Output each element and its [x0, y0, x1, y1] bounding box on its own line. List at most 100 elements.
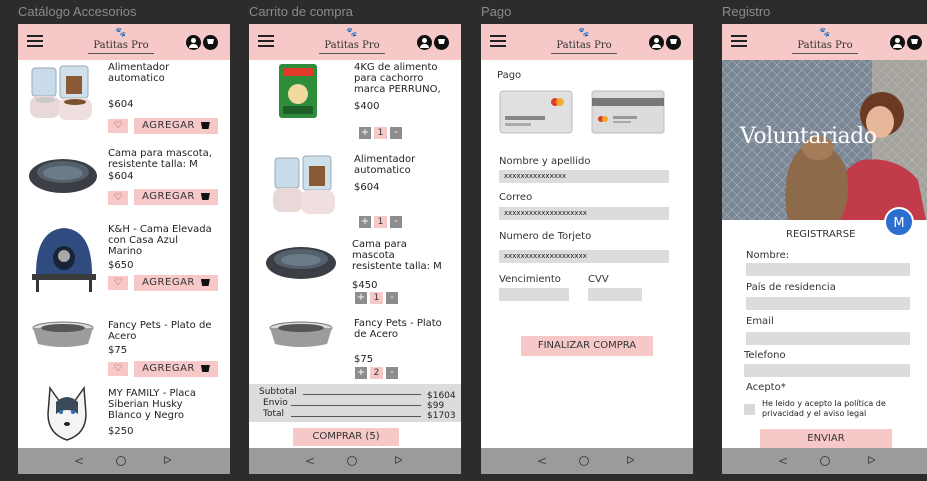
decrease-button[interactable]: -: [390, 216, 402, 228]
steel-bowl-image: [32, 321, 94, 347]
favorite-heart-icon[interactable]: ♡: [108, 119, 128, 133]
add-to-cart-button[interactable]: AGREGAR: [134, 189, 218, 205]
quantity-value: 2: [370, 367, 383, 379]
feeder-image: [273, 155, 335, 214]
brand-name: Patitas Pro: [88, 39, 154, 54]
credit-card-front-icon[interactable]: [499, 90, 573, 134]
dog-food-bag-image: [279, 64, 317, 118]
full-name-label: Nombre y apellido: [499, 156, 591, 167]
accept-label: Acepto*: [746, 382, 786, 393]
back-icon[interactable]: <: [778, 454, 788, 468]
summary-divider: [303, 394, 421, 395]
subtotal-label: Subtotal: [259, 387, 297, 397]
cart-item-name: Alimentador automatico: [354, 154, 416, 176]
brand-logo[interactable]: 🐾 Patitas Pro: [88, 27, 154, 57]
recent-apps-icon[interactable]: ᐅ: [867, 454, 875, 467]
cvv-field[interactable]: [588, 288, 642, 301]
card-number-field[interactable]: xxxxxxxxxxxxxxxxxxxx: [499, 250, 669, 263]
expiry-field[interactable]: [499, 288, 569, 301]
user-icon[interactable]: [649, 35, 664, 50]
cart-icon[interactable]: [666, 35, 681, 50]
increase-button[interactable]: +: [355, 367, 367, 379]
recent-apps-icon[interactable]: ᐅ: [163, 454, 171, 467]
user-icon[interactable]: [890, 35, 905, 50]
cart-icon[interactable]: [907, 35, 922, 50]
brand-logo[interactable]: 🐾 Patitas Pro: [551, 27, 617, 57]
increase-button[interactable]: +: [359, 216, 371, 228]
cvv-label: CVV: [588, 274, 609, 285]
phone-field[interactable]: [744, 364, 910, 377]
terms-checkbox[interactable]: [744, 404, 755, 415]
home-icon[interactable]: [820, 456, 830, 466]
user-icon[interactable]: [186, 35, 201, 50]
favorite-heart-icon[interactable]: ♡: [108, 191, 128, 205]
frame-label-register: Registro: [722, 4, 771, 19]
card-number-label: Numero de Torjeto: [499, 231, 592, 242]
decrease-button[interactable]: -: [386, 367, 398, 379]
menu-icon[interactable]: [490, 35, 506, 47]
cart-screen: 🐾 Patitas Pro 4KG de alimento para cachor…: [249, 24, 461, 474]
back-icon[interactable]: <: [537, 454, 547, 468]
cart-item-name: Fancy Pets - Plato de Acero: [354, 318, 442, 340]
email-field[interactable]: xxxxxxxxxxxxxxxxxxxx: [499, 207, 669, 220]
back-icon[interactable]: <: [305, 454, 315, 468]
product-price: $604: [108, 171, 134, 182]
favorite-heart-icon[interactable]: ♡: [108, 276, 128, 290]
decrease-button[interactable]: -: [386, 292, 398, 304]
recent-apps-icon[interactable]: ᐅ: [394, 454, 402, 467]
country-field[interactable]: [746, 297, 910, 310]
cart-item-price: $75: [354, 354, 374, 365]
user-avatar-fab[interactable]: M: [884, 207, 914, 237]
recent-apps-icon[interactable]: ᐅ: [626, 454, 634, 467]
brand-name: Patitas Pro: [319, 39, 385, 54]
menu-icon[interactable]: [258, 35, 274, 47]
register-screen: 🐾 Patitas Pro Voluntariado M REGISTRARSE…: [722, 24, 927, 474]
product-price: $650: [108, 260, 134, 271]
user-icon[interactable]: [417, 35, 432, 50]
full-name-field[interactable]: xxxxxxxxxxxxxxx: [499, 170, 669, 183]
home-icon[interactable]: [116, 456, 126, 466]
favorite-heart-icon[interactable]: ♡: [108, 362, 128, 376]
cart-icon[interactable]: [203, 35, 218, 50]
finish-purchase-button[interactable]: FINALIZAR COMPRA: [521, 336, 653, 356]
quantity-value: 1: [370, 292, 383, 304]
home-icon[interactable]: [579, 456, 589, 466]
hero-title: Voluntariado: [740, 124, 877, 149]
cart-item-price: $450: [352, 280, 378, 291]
brand-logo[interactable]: 🐾 Patitas Pro: [319, 27, 385, 57]
catalog-screen: 🐾 Patitas Pro Alimentador automatico $604…: [18, 24, 230, 474]
add-to-cart-button[interactable]: AGREGAR: [134, 361, 218, 377]
buy-button[interactable]: COMPRAR (5): [293, 428, 399, 446]
frame-label-catalog: Catálogo Accesorios: [18, 4, 137, 19]
name-field[interactable]: [746, 263, 910, 276]
paw-icon: 🐾: [578, 28, 590, 38]
brand-name: Patitas Pro: [551, 39, 617, 54]
menu-icon[interactable]: [27, 35, 43, 47]
decrease-button[interactable]: -: [390, 127, 402, 139]
payment-title: Pago: [497, 70, 522, 81]
phone-label: Telefono: [744, 350, 786, 361]
credit-card-back-icon[interactable]: [591, 90, 665, 134]
increase-button[interactable]: +: [355, 292, 367, 304]
home-icon[interactable]: [347, 456, 357, 466]
order-summary: Subtotal $1604 Envio $99 Total $1703: [249, 384, 461, 422]
subtotal-value: $1604: [427, 391, 456, 401]
increase-button[interactable]: +: [359, 127, 371, 139]
submit-button[interactable]: ENVIAR: [760, 429, 892, 448]
summary-divider: [291, 416, 421, 417]
add-to-cart-button[interactable]: AGREGAR: [134, 275, 218, 291]
app-bar: 🐾 Patitas Pro: [481, 24, 693, 60]
email-field[interactable]: [746, 332, 910, 345]
cart-icon[interactable]: [434, 35, 449, 50]
system-nav-bar: < ᐅ: [481, 448, 693, 474]
brand-logo[interactable]: 🐾 Patitas Pro: [792, 27, 858, 57]
cart-item-price: $400: [354, 101, 380, 112]
menu-icon[interactable]: [731, 35, 747, 47]
product-price: $250: [108, 426, 134, 437]
paw-icon: 🐾: [115, 28, 127, 38]
cart-item-name: 4KG de alimento para cachorro marca PERRUN…: [354, 62, 441, 95]
add-to-cart-button[interactable]: AGREGAR: [134, 118, 218, 134]
system-nav-bar: < ᐅ: [722, 448, 927, 474]
quantity-stepper: +1-: [355, 292, 398, 304]
back-icon[interactable]: <: [74, 454, 84, 468]
